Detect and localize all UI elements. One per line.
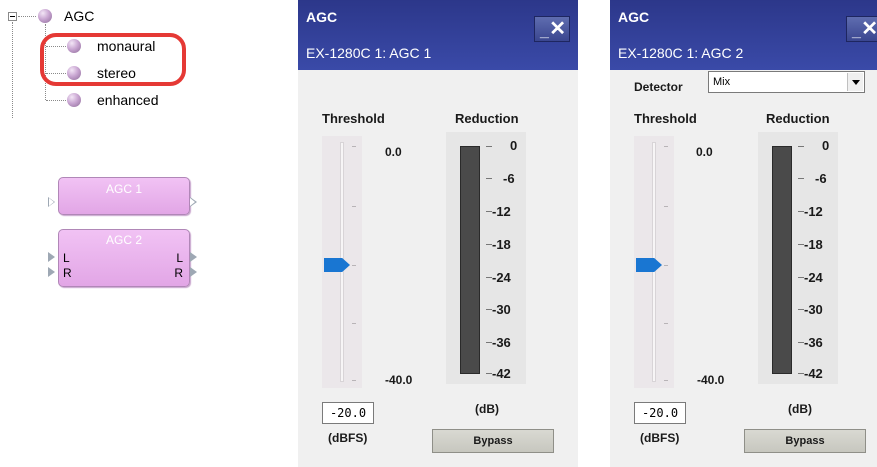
agc-node-icon — [38, 9, 52, 23]
threshold-value-input[interactable]: -20.0 — [634, 402, 686, 424]
tree-item-agc[interactable]: AGC — [64, 8, 94, 24]
meter-tick — [486, 146, 492, 147]
reduction-label: Reduction — [766, 111, 830, 126]
slider-tick — [664, 206, 668, 207]
output-port-fill — [190, 198, 195, 206]
meter-label: -36 — [492, 335, 511, 350]
meter-label: -42 — [804, 366, 823, 381]
meter-tick — [798, 146, 804, 147]
meter-label: -30 — [492, 302, 511, 317]
block-title: AGC 2 — [105, 233, 142, 247]
slider-max-label: 0.0 — [385, 145, 402, 159]
agc2-block[interactable]: AGC 2 L R L R — [58, 229, 190, 287]
agc1-block[interactable]: AGC 1 — [58, 177, 190, 215]
meter-label: -6 — [815, 171, 827, 186]
slider-tick — [664, 146, 668, 147]
slider-thumb[interactable] — [636, 258, 662, 272]
minimize-icon: _ — [540, 23, 549, 40]
slider-tick — [664, 323, 668, 324]
reduction-unit: (dB) — [475, 402, 499, 416]
meter-tick — [798, 178, 804, 179]
slider-tick — [352, 146, 356, 147]
tree-item-enhanced[interactable]: enhanced — [97, 92, 159, 108]
meter-label: 0 — [510, 138, 518, 153]
threshold-value-input[interactable]: -20.0 — [322, 402, 374, 424]
tree-connector — [12, 22, 13, 118]
input-port-icon[interactable] — [48, 267, 55, 277]
threshold-label: Threshold — [322, 111, 385, 126]
window-subtitle: EX-1280C 1: AGC 2 — [618, 45, 744, 61]
meter-label: -24 — [804, 270, 823, 285]
window-title-bar[interactable]: AGC EX-1280C 1: AGC 1 _ ✕ — [298, 0, 578, 70]
reduction-meter: 0 -6 -12 -18 -24 -30 -36 -42 — [446, 132, 526, 384]
highlight-annotation — [40, 33, 186, 86]
minimize-close-button[interactable]: _ ✕ — [534, 16, 570, 42]
meter-bar — [772, 146, 792, 374]
tree-connector — [46, 100, 66, 101]
port-label-in-r: R — [63, 266, 72, 280]
slider-tick — [352, 265, 356, 266]
window-title: AGC — [306, 9, 338, 25]
meter-label: -18 — [492, 237, 511, 252]
input-port-icon[interactable] — [48, 252, 55, 262]
meter-label: -12 — [492, 204, 511, 219]
close-icon: ✕ — [861, 18, 877, 40]
tree-connector — [18, 16, 36, 17]
reduction-meter: 0 -6 -12 -18 -24 -30 -36 -42 — [758, 132, 838, 384]
meter-label: 0 — [822, 138, 830, 153]
meter-tick — [486, 178, 492, 179]
meter-label: -42 — [492, 366, 511, 381]
meter-label: -30 — [804, 302, 823, 317]
tree-expander[interactable] — [8, 12, 17, 21]
window-title: AGC — [618, 9, 650, 25]
threshold-label: Threshold — [634, 111, 697, 126]
output-port-icon[interactable] — [190, 267, 197, 277]
bypass-button[interactable]: Bypass — [432, 429, 554, 453]
chevron-down-icon[interactable] — [847, 73, 863, 91]
agc1-window: AGC EX-1280C 1: AGC 1 _ ✕ Threshold Redu… — [298, 0, 578, 467]
detector-select[interactable]: Mix — [708, 71, 865, 93]
window-title-bar[interactable]: AGC EX-1280C 1: AGC 2 _ ✕ — [610, 0, 877, 70]
minimize-icon: _ — [852, 23, 861, 40]
detector-label: Detector — [634, 80, 683, 94]
threshold-unit: (dBFS) — [640, 431, 680, 445]
port-label-out-l: L — [176, 251, 183, 265]
threshold-slider[interactable] — [634, 136, 674, 388]
bypass-button[interactable]: Bypass — [744, 429, 866, 453]
input-port-fill — [49, 198, 54, 206]
meter-label: -36 — [804, 335, 823, 350]
slider-tick — [352, 323, 356, 324]
slider-tick — [352, 380, 356, 381]
port-label-in-l: L — [63, 251, 70, 265]
reduction-unit: (dB) — [788, 402, 812, 416]
close-icon: ✕ — [549, 18, 566, 40]
reduction-label: Reduction — [455, 111, 519, 126]
enhanced-node-icon — [67, 93, 81, 107]
meter-label: -24 — [492, 270, 511, 285]
slider-tick — [352, 206, 356, 207]
minimize-close-button[interactable]: _ ✕ — [846, 16, 877, 42]
detector-selected-value: Mix — [713, 76, 731, 88]
threshold-slider[interactable] — [322, 136, 362, 388]
meter-bar — [460, 146, 480, 374]
meter-label: -6 — [503, 171, 515, 186]
slider-thumb[interactable] — [324, 258, 350, 272]
slider-max-label: 0.0 — [696, 145, 713, 159]
threshold-unit: (dBFS) — [328, 431, 368, 445]
slider-tick — [664, 380, 668, 381]
agc2-window: AGC EX-1280C 1: AGC 2 _ ✕ Detector Mix T… — [610, 0, 877, 467]
output-port-icon[interactable] — [190, 252, 197, 262]
port-label-out-r: R — [174, 266, 183, 280]
window-subtitle: EX-1280C 1: AGC 1 — [306, 45, 432, 61]
slider-min-label: -40.0 — [385, 373, 413, 387]
slider-min-label: -40.0 — [697, 373, 725, 387]
slider-tick — [664, 265, 668, 266]
meter-label: -18 — [804, 237, 823, 252]
block-title: AGC 1 — [105, 182, 142, 196]
meter-label: -12 — [804, 204, 823, 219]
